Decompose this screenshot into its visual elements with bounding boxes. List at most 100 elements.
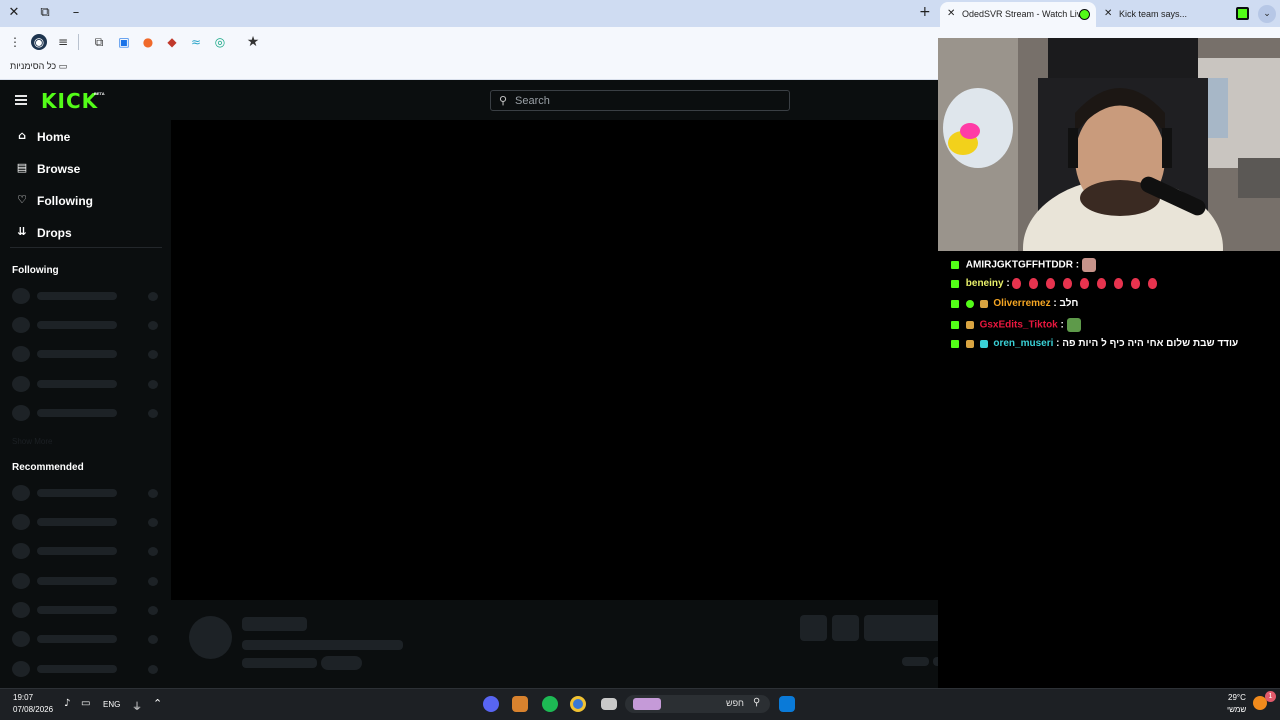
notification-badge[interactable]: 1 <box>1265 691 1276 702</box>
sidebar-item-home[interactable]: ⌂ Home <box>15 128 165 146</box>
chat-message: AMIRJGKTGFFHTDDR : <box>951 258 1096 274</box>
hamburger-menu-icon[interactable] <box>15 95 27 105</box>
video-player[interactable] <box>171 120 1054 600</box>
following-skeleton-row <box>12 345 160 363</box>
tab-title: Kick team says... <box>1119 9 1188 19</box>
clock-date[interactable]: 07/08/2026 <box>13 705 53 714</box>
tab-close-icon[interactable]: ✕ <box>947 2 955 26</box>
extension-orange-icon[interactable]: ● <box>140 34 156 50</box>
chrome-icon[interactable] <box>570 696 586 712</box>
tray-chevron-icon[interactable]: ⌃ <box>153 697 162 710</box>
clock-time[interactable]: 19:07 <box>13 693 33 702</box>
chat-username[interactable]: AMIRJGKTGFFHTDDR <box>966 260 1073 271</box>
recommended-skeleton-row <box>12 484 160 502</box>
drop-emote-icon <box>1046 278 1056 289</box>
file-explorer-icon[interactable] <box>601 698 617 710</box>
profile-avatar-icon[interactable]: ◉ <box>31 34 47 50</box>
volume-icon[interactable]: ♪ <box>64 698 70 709</box>
discord-icon[interactable] <box>483 696 499 712</box>
search-bar[interactable]: ⚲ <box>490 90 790 111</box>
kick-pinned-icon[interactable] <box>1236 7 1249 20</box>
drop-emote-icon <box>1029 278 1039 289</box>
og-badge-icon <box>965 339 974 348</box>
windows-start-icon[interactable] <box>779 696 795 712</box>
chat-username[interactable]: beneiny <box>966 278 1004 289</box>
webcam-image <box>938 38 1280 251</box>
gifter-badge-icon <box>979 339 988 348</box>
kick-badge-icon <box>951 299 959 308</box>
show-more-link[interactable]: Show More <box>12 437 52 446</box>
window-restore-button[interactable]: ⧉ <box>35 4 55 22</box>
recommended-skeleton-row <box>12 513 160 531</box>
tab-search-chevron-icon[interactable]: ⌄ <box>1258 5 1276 23</box>
og-badge-icon <box>965 321 974 329</box>
chat-username[interactable]: Oliverremez <box>993 298 1050 309</box>
chat-username[interactable]: oren_museri <box>993 338 1053 349</box>
kick-badge-icon <box>951 339 959 348</box>
network-icon[interactable]: ▭ <box>81 698 90 709</box>
search-icon: ⚲ <box>499 94 508 107</box>
extension-blue-icon[interactable]: ≈ <box>188 34 204 50</box>
drop-emote-icon <box>1097 278 1107 289</box>
new-tab-button[interactable]: + <box>919 4 931 20</box>
drops-icon: ⇊ <box>17 225 27 238</box>
extension-red-icon[interactable]: ◆ <box>164 34 180 50</box>
drop-emote-icon <box>1131 278 1141 289</box>
extensions-icon[interactable]: ⧉ <box>91 34 107 50</box>
recommended-skeleton-row <box>12 601 160 619</box>
app-orange-icon[interactable] <box>512 696 528 712</box>
following-header: Following <box>12 265 59 276</box>
window-close-button[interactable]: ✕ <box>4 4 24 22</box>
weather-desc[interactable]: שמשי <box>1227 705 1246 714</box>
spotify-icon[interactable] <box>542 696 558 712</box>
sidebar-item-following[interactable]: ♡ Following <box>15 192 165 210</box>
sidebar-item-drops[interactable]: ⇊ Drops <box>15 224 165 242</box>
sidebar-divider <box>10 247 162 248</box>
tab-title: OdedSVR Stream - Watch Live <box>962 9 1087 19</box>
bookmark-star-icon[interactable]: ★ <box>245 34 261 50</box>
window-minimize-button[interactable]: – <box>66 4 86 22</box>
chat-message: GsxEdits_Tiktok : <box>951 318 1081 334</box>
emote-image-icon <box>1081 258 1096 272</box>
search-input[interactable] <box>515 93 775 108</box>
all-bookmarks-label: כל הסימניות <box>10 61 57 71</box>
recommended-skeleton-row <box>12 630 160 648</box>
grammar-extension-icon[interactable]: ◎ <box>212 34 228 50</box>
folder-icon: ▭ <box>58 62 68 72</box>
chat-message: beneiny : <box>951 278 1158 294</box>
screen-share-icon[interactable]: ▣ <box>116 34 132 50</box>
sidebar-item-browse[interactable]: ▤ Browse <box>15 160 165 178</box>
all-bookmarks-button[interactable]: כל הסימניות ▭ <box>10 61 67 72</box>
chat-text: עודד שבת שלום אחי היה כיף ל היות פה <box>1062 338 1239 349</box>
channel-avatar-skeleton <box>189 616 232 659</box>
chat-text: חלב <box>1059 298 1079 309</box>
recommended-skeleton-row <box>12 542 160 560</box>
heart-icon: ♡ <box>17 193 27 206</box>
tab-close-icon[interactable]: ✕ <box>1104 2 1112 26</box>
search-icon: ⚲ <box>753 697 761 708</box>
chat-username[interactable]: GsxEdits_Tiktok <box>980 320 1058 331</box>
chat-message: oren_museri : עודד שבת שלום אחי היה כיף … <box>951 338 1238 354</box>
menu-kebab-icon[interactable]: ⋮ <box>7 34 23 50</box>
channel-name-skeleton <box>242 617 307 631</box>
taskbar-search[interactable]: חפש ⚲ <box>625 695 770 713</box>
tab-kick-team[interactable]: ✕ Kick team says... <box>1097 2 1227 27</box>
drop-emote-icon <box>1063 278 1073 289</box>
taskbar-search-input: חפש <box>726 698 744 708</box>
reading-list-icon[interactable]: ≡ <box>55 34 71 50</box>
og-badge-icon <box>979 299 988 308</box>
kick-logo[interactable]: KICK <box>41 89 98 113</box>
weather-temp[interactable]: 29°C <box>1228 693 1246 702</box>
nav-label: Following <box>37 194 93 208</box>
beta-badge: BETA <box>94 91 105 96</box>
microphone-icon[interactable]: ⏚ <box>132 698 142 713</box>
recommended-skeleton-row <box>12 572 160 590</box>
chat-panel: AMIRJGKTGFFHTDDR : beneiny : Oliverremez… <box>938 251 1280 688</box>
sidebar: ⌂ Home ▤ Browse ♡ Following ⇊ Drops Foll… <box>0 120 170 688</box>
language-indicator[interactable]: ENG <box>103 700 120 709</box>
home-icon: ⌂ <box>18 129 26 142</box>
drop-emote-icon <box>1012 278 1022 289</box>
kick-badge-icon <box>951 261 959 269</box>
tab-oded-stream[interactable]: ✕ OdedSVR Stream - Watch Live <box>940 2 1096 27</box>
kick-badge-icon <box>951 279 959 288</box>
